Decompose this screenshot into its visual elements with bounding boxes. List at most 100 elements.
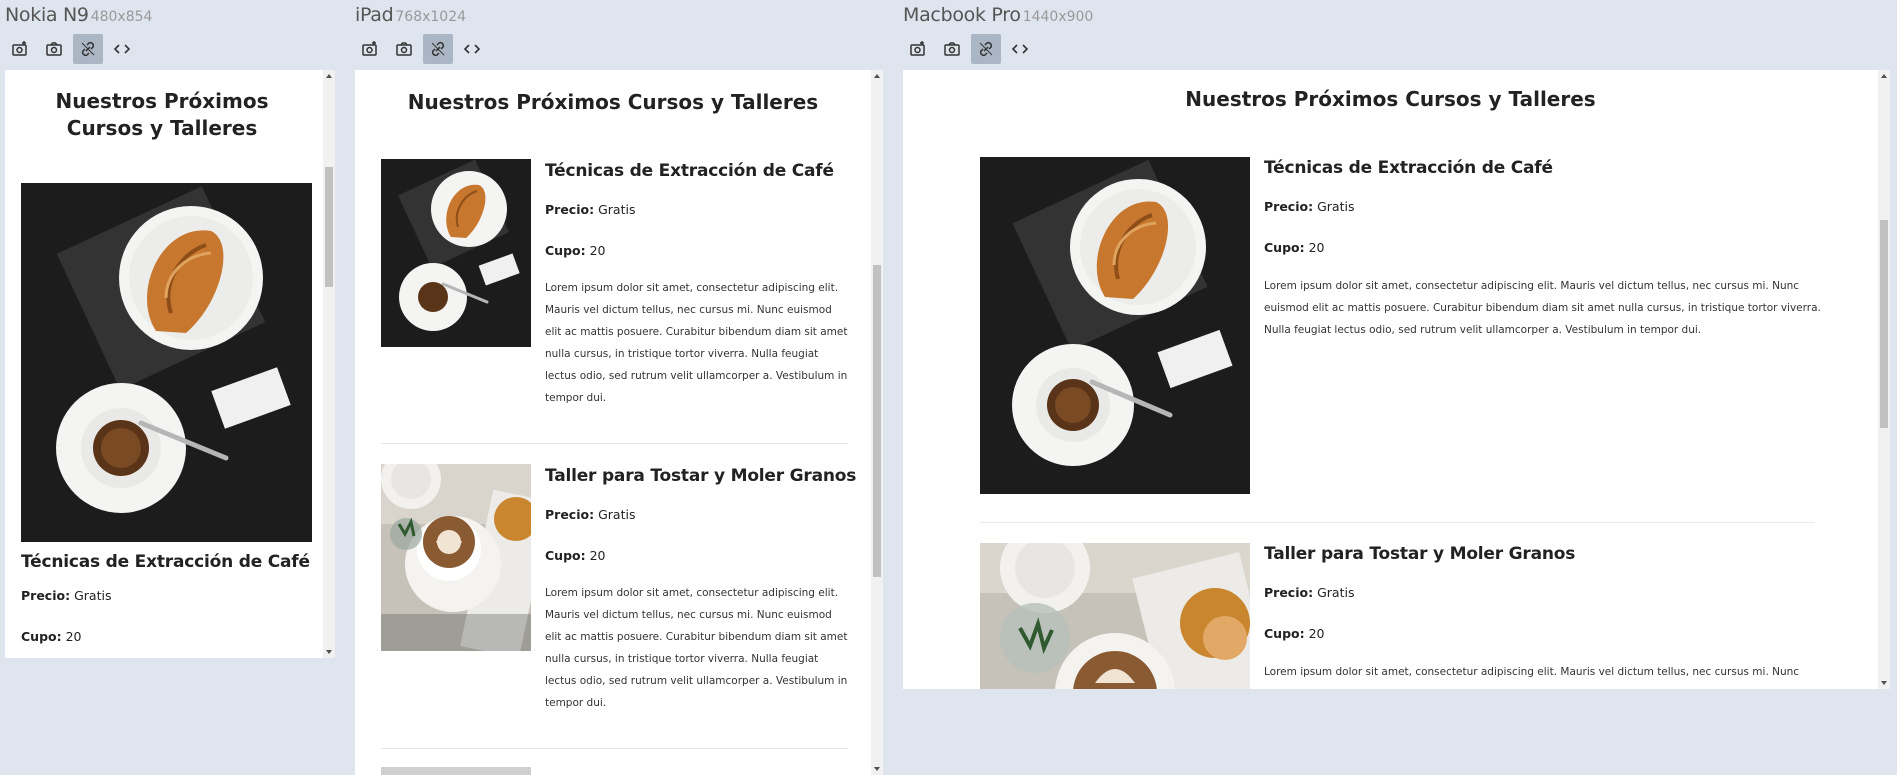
device-toolbar xyxy=(355,34,487,64)
device-size: 768x1024 xyxy=(395,9,467,25)
price-value: Gratis xyxy=(1317,585,1355,600)
device-size: 1440x900 xyxy=(1022,9,1094,25)
scrollbar[interactable] xyxy=(1878,70,1890,689)
scrollbar[interactable] xyxy=(323,70,335,658)
capacity-label: Cupo: xyxy=(21,629,62,644)
course-description: Lorem ipsum dolor sit amet, consectetur … xyxy=(545,587,848,709)
device-nokia: Nokia N9 480x854 Nuestros Próximos Cursos… xyxy=(5,0,335,775)
next-course-image xyxy=(381,767,531,775)
course-image-croissant xyxy=(381,159,531,347)
course-image-croissant xyxy=(21,183,312,542)
device-macbook: Macbook Pro 1440x900 Nuestros Próximos Cu… xyxy=(903,0,1890,775)
course-description: Lorem ipsum dolor sit amet, consectetur … xyxy=(1264,666,1800,678)
device-toolbar xyxy=(903,34,1035,64)
course-description: Lorem ipsum dolor sit amet, consectetur … xyxy=(545,282,848,404)
capacity-label: Cupo: xyxy=(545,243,586,258)
link-icon xyxy=(431,41,445,57)
page-title: Nuestros Próximos Cursos y Talleres xyxy=(407,90,819,114)
scroll-up-arrow[interactable] xyxy=(1881,74,1887,78)
link-icon xyxy=(81,41,95,57)
scroll-thumb[interactable] xyxy=(325,167,333,287)
course-price: Precio: Gratis xyxy=(21,588,111,603)
price-label: Precio: xyxy=(1264,585,1314,600)
scroll-thumb[interactable] xyxy=(873,265,881,577)
course-capacity: Cupo: 20 xyxy=(1264,626,1325,641)
course-capacity: Cupo: 20 xyxy=(545,243,606,258)
screenshot-full-button[interactable] xyxy=(903,34,933,64)
price-value: Gratis xyxy=(74,588,112,603)
scroll-up-arrow[interactable] xyxy=(874,74,880,78)
course-price: Precio: Gratis xyxy=(1264,199,1354,214)
code-icon xyxy=(113,44,131,54)
scroll-down-arrow[interactable] xyxy=(326,650,332,654)
code-icon xyxy=(463,44,481,54)
course-divider xyxy=(381,443,848,444)
scroll-up-arrow[interactable] xyxy=(326,74,332,78)
course-title: Técnicas de Extracción de Café xyxy=(1264,158,1553,178)
device-title: Nokia N9 480x854 xyxy=(5,4,152,26)
price-label: Precio: xyxy=(1264,199,1314,214)
camera-plus-icon xyxy=(362,41,377,56)
course-image-latte xyxy=(980,543,1250,689)
screenshot-full-button[interactable] xyxy=(355,34,385,64)
course-price: Precio: Gratis xyxy=(545,202,635,217)
device-toolbar xyxy=(5,34,137,64)
scrollbar[interactable] xyxy=(871,70,883,775)
course-divider xyxy=(980,522,1815,523)
view-source-button[interactable] xyxy=(107,34,137,64)
page-title: Nuestros Próximos Cursos y Talleres xyxy=(1185,87,1596,111)
course-title: Taller para Tostar y Moler Granos xyxy=(1264,544,1576,564)
device-ipad: iPad 768x1024 Nuestros Próximos Cursos y … xyxy=(355,0,885,775)
camera-icon xyxy=(396,42,412,56)
capacity-value: 20 xyxy=(589,548,606,563)
capacity-label: Cupo: xyxy=(1264,626,1305,641)
screenshot-button[interactable] xyxy=(389,34,419,64)
course-divider xyxy=(381,748,848,749)
sync-scroll-button[interactable] xyxy=(971,34,1001,64)
device-title: Macbook Pro 1440x900 xyxy=(903,4,1093,26)
capacity-value: 20 xyxy=(589,243,606,258)
course-capacity: Cupo: 20 xyxy=(1264,240,1325,255)
screenshot-full-button[interactable] xyxy=(5,34,35,64)
course-price: Precio: Gratis xyxy=(1264,585,1354,600)
price-value: Gratis xyxy=(598,202,636,217)
view-source-button[interactable] xyxy=(457,34,487,64)
capacity-label: Cupo: xyxy=(1264,240,1305,255)
screenshot-button[interactable] xyxy=(937,34,967,64)
capacity-label: Cupo: xyxy=(545,548,586,563)
link-icon xyxy=(979,41,993,57)
screenshot-button[interactable] xyxy=(39,34,69,64)
capacity-value: 20 xyxy=(1308,240,1325,255)
code-icon xyxy=(1011,44,1029,54)
device-name: Macbook Pro xyxy=(903,4,1021,26)
camera-icon xyxy=(46,42,62,56)
camera-plus-icon xyxy=(12,41,27,56)
price-label: Precio: xyxy=(21,588,71,603)
scroll-down-arrow[interactable] xyxy=(1881,681,1887,685)
course-image-latte xyxy=(381,464,531,651)
price-label: Precio: xyxy=(545,202,595,217)
sync-scroll-button[interactable] xyxy=(423,34,453,64)
page-title: Nuestros Próximos Cursos y Talleres xyxy=(55,89,269,140)
macbook-viewport[interactable]: Nuestros Próximos Cursos y Talleres Técn… xyxy=(903,70,1890,689)
camera-plus-icon xyxy=(910,41,925,56)
course-image-croissant xyxy=(980,157,1250,494)
sync-scroll-button[interactable] xyxy=(73,34,103,64)
course-description: Lorem ipsum dolor sit amet, consectetur … xyxy=(1264,280,1821,336)
price-value: Gratis xyxy=(598,507,636,522)
course-capacity: Cupo: 20 xyxy=(545,548,606,563)
device-name: Nokia N9 xyxy=(5,4,89,26)
price-label: Precio: xyxy=(545,507,595,522)
scroll-thumb[interactable] xyxy=(1880,220,1888,428)
course-capacity: Cupo: 20 xyxy=(21,629,82,644)
capacity-value: 20 xyxy=(65,629,82,644)
device-size: 480x854 xyxy=(90,9,153,25)
view-source-button[interactable] xyxy=(1005,34,1035,64)
device-name: iPad xyxy=(355,4,394,26)
ipad-viewport[interactable]: Nuestros Próximos Cursos y Talleres Técn… xyxy=(355,70,883,775)
scroll-down-arrow[interactable] xyxy=(874,767,880,771)
nokia-viewport[interactable]: Nuestros Próximos Cursos y Talleres Técn… xyxy=(5,70,335,658)
course-title: Taller para Tostar y Moler Granos xyxy=(545,466,857,486)
course-title: Técnicas de Extracción de Café xyxy=(21,552,310,572)
course-title: Técnicas de Extracción de Café xyxy=(545,161,834,181)
